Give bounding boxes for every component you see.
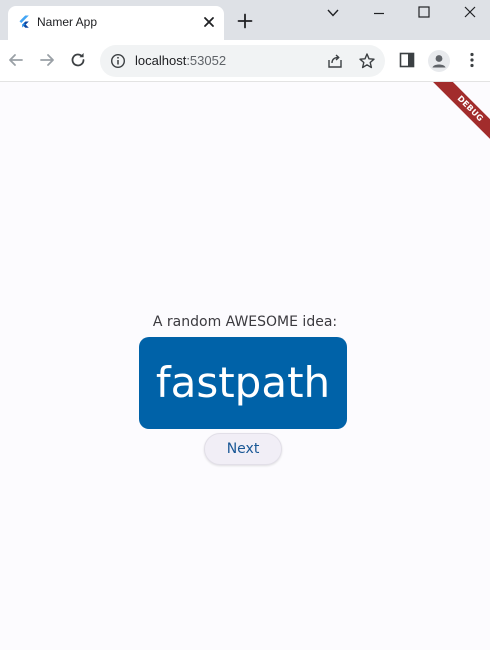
tab-strip: Namer App (0, 0, 490, 40)
profile-icon (432, 55, 446, 68)
word-card: fastpath (139, 337, 347, 429)
star-icon[interactable] (358, 52, 376, 70)
generated-word: fastpath (155, 358, 331, 407)
url-host: localhost (135, 53, 187, 68)
close-icon[interactable] (461, 4, 479, 22)
profile-avatar[interactable] (428, 50, 450, 72)
minimize-icon[interactable] (370, 4, 388, 22)
side-panel-icon[interactable] (397, 50, 417, 70)
forward-icon[interactable] (37, 50, 57, 70)
menu-icon[interactable] (462, 50, 482, 70)
share-icon[interactable] (326, 52, 344, 70)
next-button[interactable]: Next (204, 433, 282, 465)
tab-title: Namer App (37, 15, 98, 29)
browser-toolbar: localhost:53052 (0, 40, 490, 82)
url-port: :53052 (186, 53, 227, 68)
info-icon[interactable] (110, 53, 126, 69)
back-icon[interactable] (6, 50, 26, 70)
url-text[interactable]: localhost:53052 (135, 53, 226, 69)
new-tab-icon[interactable] (236, 12, 254, 30)
chevron-down-icon[interactable] (324, 4, 342, 22)
reload-icon[interactable] (68, 50, 88, 70)
close-icon[interactable] (202, 15, 216, 29)
maximize-icon[interactable] (415, 4, 433, 22)
flutter-icon (19, 15, 29, 28)
app-content: A random AWESOME idea: fastpath Next (0, 82, 490, 650)
address-bar[interactable]: localhost:53052 (100, 45, 385, 77)
tab-namer-app[interactable]: Namer App (8, 6, 224, 40)
prompt-label: A random AWESOME idea: (152, 314, 338, 330)
